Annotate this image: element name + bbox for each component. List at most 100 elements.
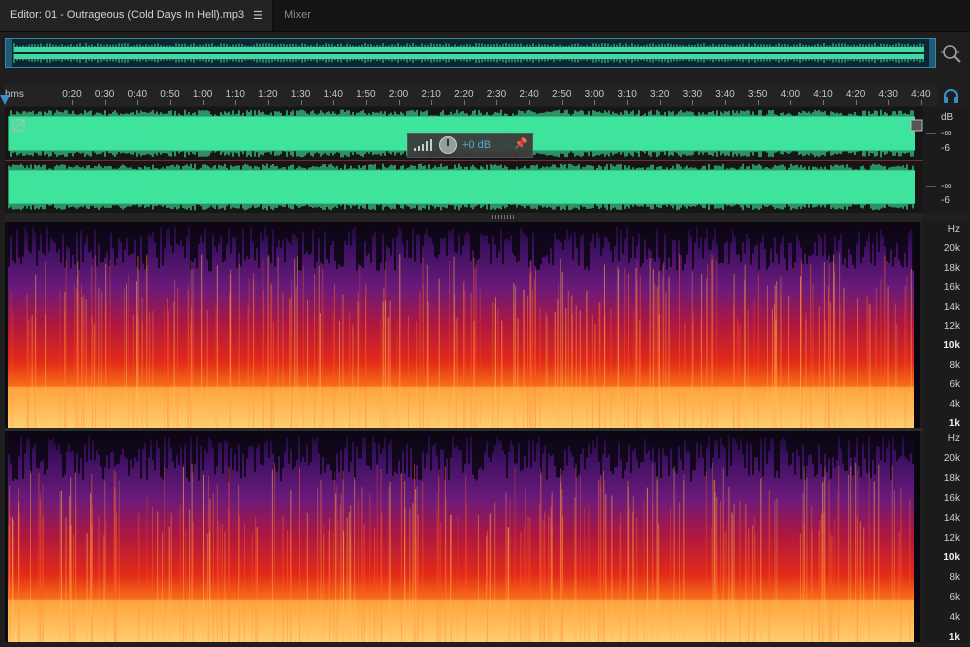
ruler-tick-label: 1:50: [356, 89, 376, 100]
ruler-tick: [888, 100, 890, 105]
ruler-tick: [659, 100, 661, 105]
playhead-marker[interactable]: [0, 95, 10, 105]
ruler-tick-label: 0:50: [160, 89, 180, 100]
ruler-tick-label: 1:00: [192, 89, 213, 100]
channel-divider: [5, 160, 923, 161]
ruler-tick: [202, 100, 204, 105]
ruler-tick-label: 4:20: [845, 89, 866, 100]
amplitude-ruler[interactable]: dB -∞ -6 -∞ -6: [923, 107, 970, 213]
ruler-tick: [398, 100, 400, 105]
view-splitter[interactable]: [5, 213, 923, 222]
ruler-tick-label: 2:40: [519, 89, 539, 100]
ruler-tick-label: 3:30: [682, 89, 703, 100]
ruler-tick: [72, 100, 73, 105]
ruler-tick: [365, 100, 367, 105]
ruler-tick: [757, 100, 759, 105]
hz-label: 14k: [943, 301, 960, 313]
ruler-tick: [594, 100, 596, 105]
ruler-tick-label: 3:00: [584, 89, 605, 100]
ruler-tick: [267, 100, 269, 105]
ruler-tick-label: 2:50: [552, 89, 572, 100]
ruler-tick-label: 2:20: [454, 89, 474, 100]
ruler-tick: [692, 100, 694, 105]
ruler-tick: [137, 100, 139, 105]
db-unit-label: dB: [941, 112, 954, 123]
tab-editor-label: Editor: 01 - Outrageous (Cold Days In He…: [10, 9, 245, 21]
waveform-channel-right: [5, 161, 923, 213]
ruler-tick-label: 4:40: [911, 89, 931, 100]
ruler-tick: [235, 100, 237, 105]
hz-label: 1k: [948, 632, 960, 643]
zoom-icon[interactable]: [940, 42, 962, 64]
hz-label: 18k: [943, 472, 960, 484]
ruler-tick: [561, 100, 563, 105]
overview-navigator[interactable]: [5, 38, 936, 68]
hz-label: Hz: [947, 433, 960, 444]
ruler-tick-label: 4:00: [780, 89, 801, 100]
volume-hud[interactable]: +0 dB 📌: [407, 133, 533, 158]
splitter-grip-icon[interactable]: [492, 215, 516, 219]
scale-tick: [926, 186, 936, 187]
db-inf-label: -∞: [941, 128, 952, 139]
hz-label: 20k: [943, 452, 960, 464]
level-meter-icon: [414, 139, 432, 151]
headphones-icon[interactable]: [943, 88, 959, 104]
ruler-tick-label: 4:10: [813, 89, 833, 100]
ruler-tick-label: 0:20: [62, 89, 82, 100]
ruler-tick-label: 0:30: [94, 89, 115, 100]
frequency-ruler[interactable]: Hz 20k 18k 16k 14k 12k 10k 8k 6k 4k 1k Hz 20k 18k 16k…: [923, 222, 970, 643]
hz-label: 4k: [949, 612, 960, 624]
tab-mixer[interactable]: Mixer: [284, 9, 311, 21]
ruler-tick: [431, 100, 433, 105]
ruler-tick-label: 2:30: [486, 89, 507, 100]
hz-label: 10k: [943, 340, 960, 352]
spectrogram-channel-left: [8, 222, 920, 428]
hz-label: 1k: [948, 418, 960, 429]
hz-label: 16k: [943, 492, 960, 504]
ruler-tick: [855, 100, 857, 105]
ruler-tick-label: 3:40: [715, 89, 735, 100]
ruler-tick-label: 1:20: [258, 89, 278, 100]
gain-readout[interactable]: +0 dB: [462, 139, 491, 151]
db-inf-label: -∞: [941, 181, 952, 192]
ruler-tick-label: 2:00: [388, 89, 409, 100]
hz-label: 16k: [943, 282, 960, 294]
spectral-display-left[interactable]: [8, 222, 920, 428]
hz-label: 4k: [949, 398, 960, 410]
ruler-tick-label: 1:40: [323, 89, 343, 100]
ruler-tick-label: 0:40: [127, 89, 148, 100]
ruler-tick: [822, 100, 824, 105]
hz-label: 8k: [949, 572, 960, 584]
spectral-display-right[interactable]: [8, 431, 920, 642]
overview-waveform: [6, 39, 935, 67]
hz-label: Hz: [947, 224, 960, 235]
hz-label: 18k: [943, 262, 960, 274]
tab-editor[interactable]: Editor: 01 - Outrageous (Cold Days In He…: [0, 0, 273, 31]
ruler-tick: [627, 100, 629, 105]
pin-icon[interactable]: 📌: [514, 137, 528, 150]
ruler-tick: [169, 100, 171, 105]
ruler-tick: [790, 100, 792, 105]
hz-label: 8k: [949, 359, 960, 371]
hz-label: 12k: [943, 532, 960, 544]
db-minus6-label: -6: [941, 195, 950, 206]
hz-label: 20k: [943, 243, 960, 255]
ruler-tick: [529, 100, 531, 105]
ruler-tick: [104, 100, 106, 105]
ruler-tick: [463, 100, 465, 105]
ruler-tick-label: 3:50: [747, 89, 768, 100]
ruler-tick: [725, 100, 726, 105]
menu-icon[interactable]: ☰: [253, 9, 263, 22]
spectrogram-channel-right: [8, 431, 920, 642]
ruler-tick: [496, 100, 498, 105]
ruler-tick-label: 4:30: [878, 89, 898, 100]
hz-label: 6k: [949, 592, 960, 604]
ruler-tick-label: 1:10: [225, 89, 245, 100]
volume-knob[interactable]: [439, 136, 457, 154]
hz-label: 12k: [943, 321, 960, 332]
hz-label: 14k: [943, 512, 960, 524]
ruler-tick-label: 3:10: [617, 89, 637, 100]
scale-tick: [926, 133, 936, 134]
ruler-tick: [920, 100, 922, 105]
hz-label: 10k: [943, 552, 960, 564]
